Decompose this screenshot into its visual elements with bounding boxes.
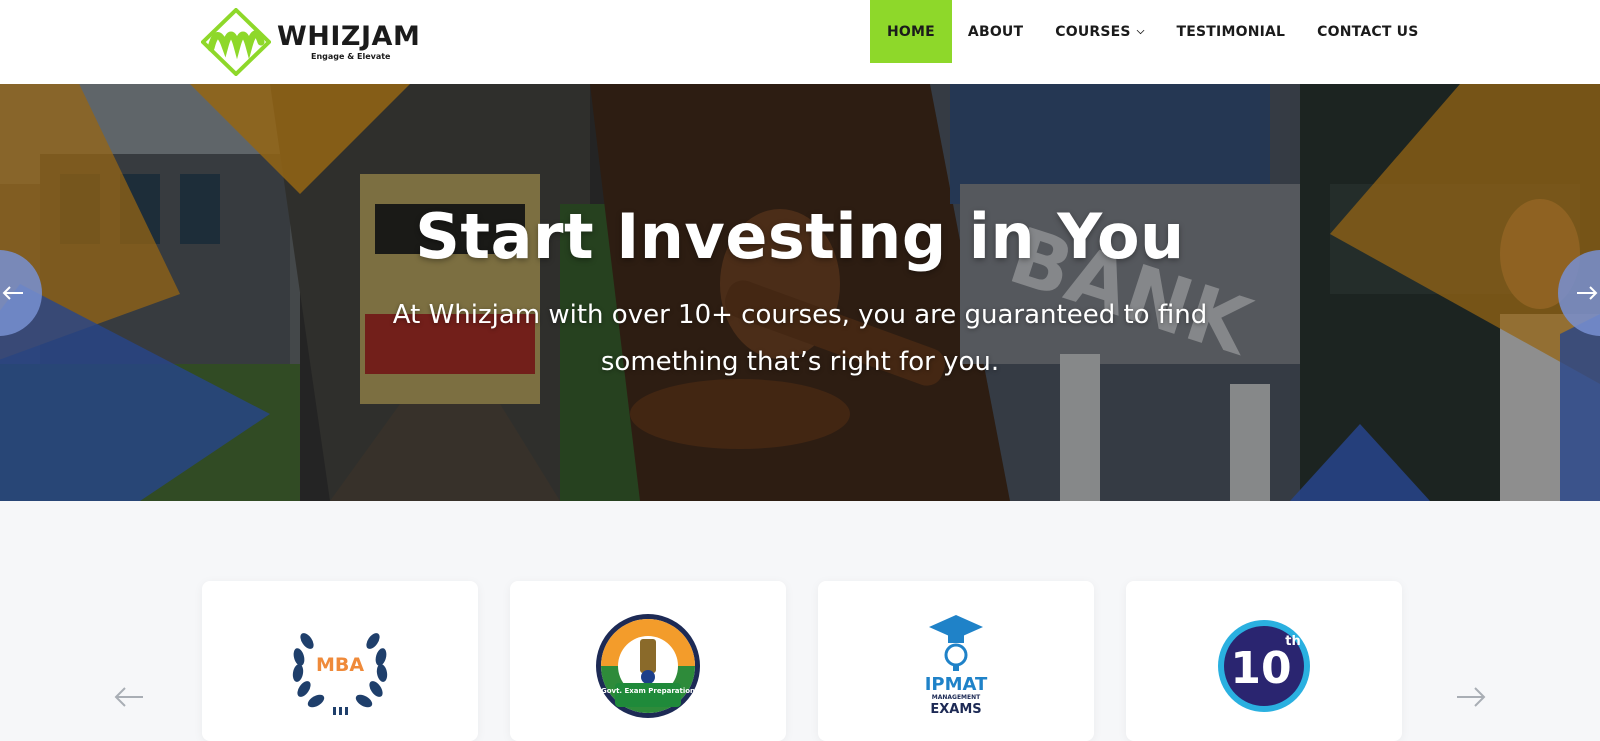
- nav-testimonial-label: TESTIMONIAL: [1176, 23, 1286, 40]
- brand-logo[interactable]: WHIZJAM Engage & Elevate: [201, 8, 420, 76]
- tenth-logo-text: 10: [1230, 643, 1291, 694]
- nav-courses[interactable]: COURSES ⌵: [1039, 0, 1160, 63]
- tenth-logo-sup: th: [1285, 634, 1300, 649]
- nav-home[interactable]: HOME: [870, 0, 952, 63]
- course-card-tenth[interactable]: 10 th: [1126, 581, 1402, 741]
- courses-carousel: MBA Govt. Exam Preparation IPMAT MANAGEM…: [0, 501, 1600, 741]
- emblem-badge-icon: Govt. Exam Preparation: [596, 614, 700, 718]
- nav-about[interactable]: ABOUT: [952, 0, 1039, 63]
- nav-testimonial[interactable]: TESTIMONIAL: [1161, 0, 1302, 63]
- laurel-wreath-icon: MBA: [292, 633, 388, 715]
- arrow-left-icon: [114, 687, 143, 707]
- brand-tagline: Engage & Elevate: [311, 52, 391, 61]
- courses-next-button[interactable]: [1455, 685, 1491, 715]
- nav-contact-label: CONTACT US: [1317, 23, 1419, 40]
- arrow-left-icon: [2, 286, 23, 300]
- arrow-right-icon: [1457, 687, 1486, 707]
- nav-about-label: ABOUT: [967, 23, 1024, 40]
- ipmat-logo-text: IPMAT: [925, 674, 988, 695]
- navbar: WHIZJAM Engage & Elevate HOME ABOUT COUR…: [0, 0, 1600, 84]
- nav-courses-label: COURSES: [1055, 23, 1131, 40]
- chevron-down-icon: ⌵: [1136, 26, 1145, 37]
- mba-logo-text: MBA: [316, 654, 364, 676]
- circle-badge-icon: 10 th: [1218, 620, 1310, 712]
- nav-contact[interactable]: CONTACT US: [1301, 0, 1434, 63]
- hero-title: Start Investing in You: [415, 200, 1185, 273]
- main-nav: HOME ABOUT COURSES ⌵ TESTIMONIAL CONTACT …: [870, 0, 1435, 63]
- ipmat-logo-sub: EXAMS: [930, 702, 981, 717]
- courses-prev-button[interactable]: [113, 685, 149, 715]
- brand-name: WHIZJAM: [277, 21, 421, 52]
- hero-slider: BANK Start Investing in You At Whizjam w…: [0, 84, 1600, 501]
- course-card-mba[interactable]: MBA: [202, 581, 478, 741]
- govt-exam-logo-text: Govt. Exam Preparation: [601, 687, 695, 695]
- graduation-cap-icon: IPMAT MANAGEMENT EXAMS: [925, 615, 988, 717]
- whizjam-logo-icon: [201, 8, 271, 76]
- ipmat-logo-small: MANAGEMENT: [932, 694, 981, 701]
- course-card-ipmat[interactable]: IPMAT MANAGEMENT EXAMS: [818, 581, 1094, 741]
- hero-subtitle: At Whizjam with over 10+ courses, you ar…: [392, 300, 1208, 377]
- course-card-govt-exam[interactable]: Govt. Exam Preparation: [510, 581, 786, 741]
- nav-home-label: HOME: [887, 23, 935, 40]
- arrow-right-icon: [1577, 286, 1598, 300]
